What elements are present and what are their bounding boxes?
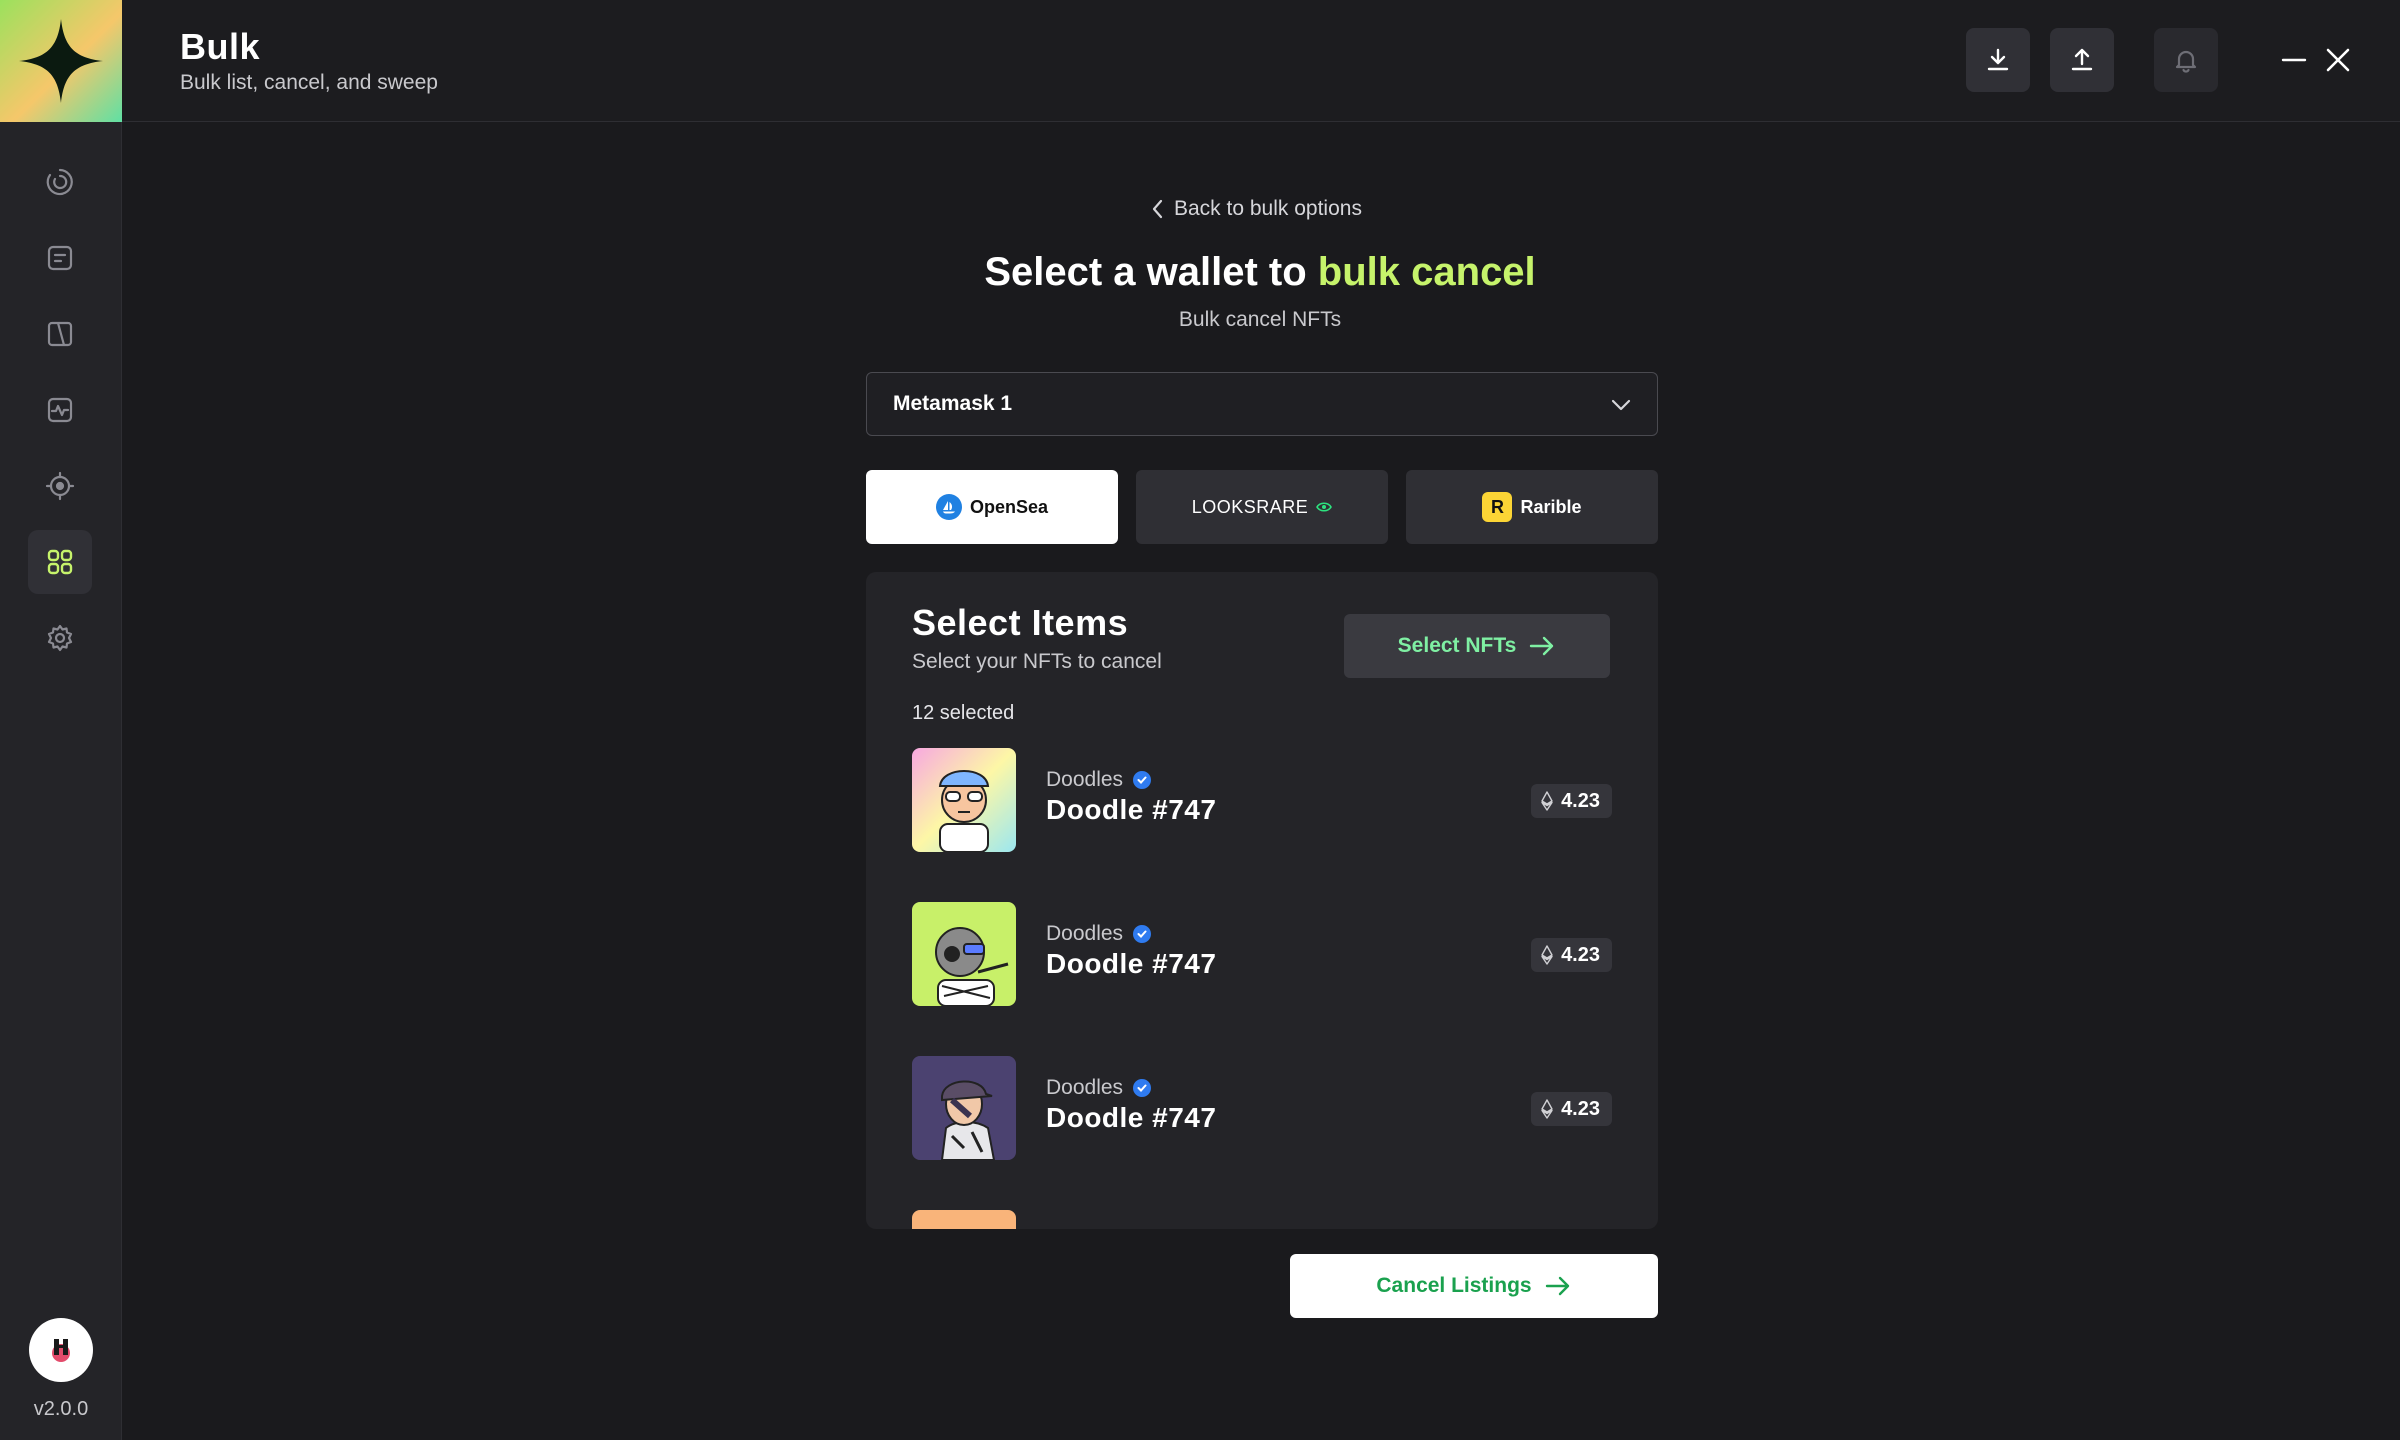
panel-subtitle: Select your NFTs to cancel	[912, 650, 1162, 673]
eye-icon	[1316, 502, 1333, 512]
nft-price-badge: 4.23	[1531, 1092, 1612, 1126]
ethereum-icon	[1541, 945, 1553, 965]
wallet-selected-value: Metamask 1	[893, 392, 1013, 415]
sidebar-item-activity[interactable]	[28, 378, 92, 442]
nft-list-item[interactable]	[912, 1210, 1612, 1229]
nft-price-badge: 4.23	[1531, 938, 1612, 972]
verified-icon	[1133, 771, 1152, 789]
ethereum-icon	[1541, 1099, 1553, 1119]
chevron-left-icon	[1152, 199, 1163, 219]
download-icon	[1987, 48, 2009, 71]
marketplace-tab-rarible[interactable]: R Rarible	[1406, 470, 1658, 544]
nft-thumbnail	[912, 748, 1016, 852]
sidebar-item-documents[interactable]	[28, 226, 92, 290]
avatar[interactable]	[29, 1318, 93, 1382]
wallet-select[interactable]: Metamask 1	[866, 372, 1658, 436]
nft-collection: Doodles	[1046, 768, 1152, 792]
marketplace-tab-label: Rarible	[1520, 496, 1582, 517]
back-link-label: Back to bulk options	[1174, 197, 1362, 220]
arrow-right-icon	[1530, 636, 1554, 656]
app-window: v2.0.0 Bulk Bulk list, cancel, and sweep	[0, 0, 2400, 1440]
nft-price: 4.23	[1561, 789, 1600, 812]
nft-collection: Doodles	[1046, 922, 1152, 946]
grid-icon	[47, 549, 73, 575]
nft-price: 4.23	[1561, 943, 1600, 966]
sidebar-item-tasks[interactable]	[28, 150, 92, 214]
bell-icon	[2175, 50, 2197, 73]
target-icon	[45, 471, 75, 501]
minimize-icon	[2281, 58, 2307, 62]
main-title: Select a wallet to bulk cancel	[900, 250, 1620, 295]
activity-icon	[47, 397, 73, 423]
panel-title: Select Items	[912, 602, 1129, 643]
marketplace-tab-label: LOOKSRARE	[1191, 496, 1309, 517]
nft-image-icon	[912, 902, 1016, 1006]
sidebar-item-settings[interactable]	[28, 606, 92, 670]
avatar-icon	[52, 1339, 70, 1362]
marketplace-tab-label: OpenSea	[969, 496, 1049, 517]
marketplace-tab-opensea[interactable]: OpenSea	[866, 470, 1118, 544]
nft-collection: Doodles	[1046, 1076, 1152, 1100]
close-window-button[interactable]	[2318, 40, 2358, 80]
nft-image-icon	[912, 748, 1016, 852]
app-logo[interactable]	[0, 0, 122, 122]
sidebar-item-pages[interactable]	[28, 302, 92, 366]
select-nfts-button[interactable]: Select NFTs	[1344, 614, 1610, 678]
ethereum-icon	[1541, 791, 1553, 811]
page-title: Bulk	[180, 26, 261, 67]
sidebar-item-monitor[interactable]	[28, 454, 92, 518]
verified-icon	[1133, 1079, 1152, 1097]
nft-collection-name: Doodles	[1046, 1076, 1124, 1099]
back-to-bulk-options-link[interactable]: Back to bulk options	[1150, 194, 1370, 224]
main-title-prefix: Select a wallet to	[984, 250, 1318, 294]
nft-name: Doodle #747	[1046, 1102, 1217, 1133]
nft-list-item[interactable]: Doodles Doodle #747 4.23	[912, 1056, 1612, 1160]
notifications-button[interactable]	[2154, 28, 2218, 92]
page-subtitle: Bulk list, cancel, and sweep	[180, 71, 438, 94]
sparkle-icon	[19, 19, 103, 103]
sidebar-item-bulk[interactable]	[28, 530, 92, 594]
document-icon	[47, 245, 73, 271]
download-button[interactable]	[1966, 28, 2030, 92]
nft-collection-name: Doodles	[1046, 768, 1124, 791]
nft-name: Doodle #747	[1046, 794, 1217, 825]
verified-icon	[1133, 925, 1152, 943]
sidebar: v2.0.0	[0, 0, 122, 1440]
rarible-logo-icon: R	[1482, 492, 1513, 522]
nft-image-icon	[912, 1056, 1016, 1160]
opensea-logo-icon	[935, 494, 962, 520]
chevron-down-icon	[1611, 399, 1631, 411]
nft-thumbnail	[912, 1056, 1016, 1160]
selected-count: 12 selected	[912, 702, 1015, 724]
minimize-button[interactable]	[2274, 40, 2314, 80]
nft-list-item[interactable]: Doodles Doodle #747 4.23	[912, 902, 1612, 1006]
nft-list-item[interactable]: Doodles Doodle #747 4.23	[912, 748, 1612, 852]
arrow-right-icon	[1545, 1276, 1569, 1296]
settings-icon	[47, 624, 73, 652]
cancel-listings-button[interactable]: Cancel Listings	[1290, 1254, 1658, 1318]
nft-name: Doodle #747	[1046, 948, 1217, 979]
main-subtitle: Bulk cancel NFTs	[1178, 308, 1342, 331]
split-page-icon	[47, 321, 73, 347]
app-version: v2.0.0	[33, 1398, 89, 1420]
cancel-listings-label: Cancel Listings	[1376, 1274, 1532, 1297]
nft-price: 4.23	[1561, 1097, 1600, 1120]
nft-thumbnail	[912, 902, 1016, 1006]
main-title-accent: bulk cancel	[1317, 250, 1536, 294]
select-items-panel: Select Items Select your NFTs to cancel …	[866, 572, 1658, 1229]
nft-thumbnail	[912, 1210, 1016, 1229]
close-icon	[2326, 48, 2350, 72]
nft-price-badge: 4.23	[1531, 784, 1612, 818]
select-nfts-label: Select NFTs	[1397, 634, 1517, 657]
top-header: Bulk Bulk list, cancel, and sweep	[122, 0, 2400, 122]
marketplace-tab-looksrare[interactable]: LOOKSRARE	[1136, 470, 1388, 544]
nft-collection-name: Doodles	[1046, 922, 1124, 945]
upload-icon	[2071, 48, 2093, 71]
upload-button[interactable]	[2050, 28, 2114, 92]
loader-icon	[46, 168, 73, 196]
